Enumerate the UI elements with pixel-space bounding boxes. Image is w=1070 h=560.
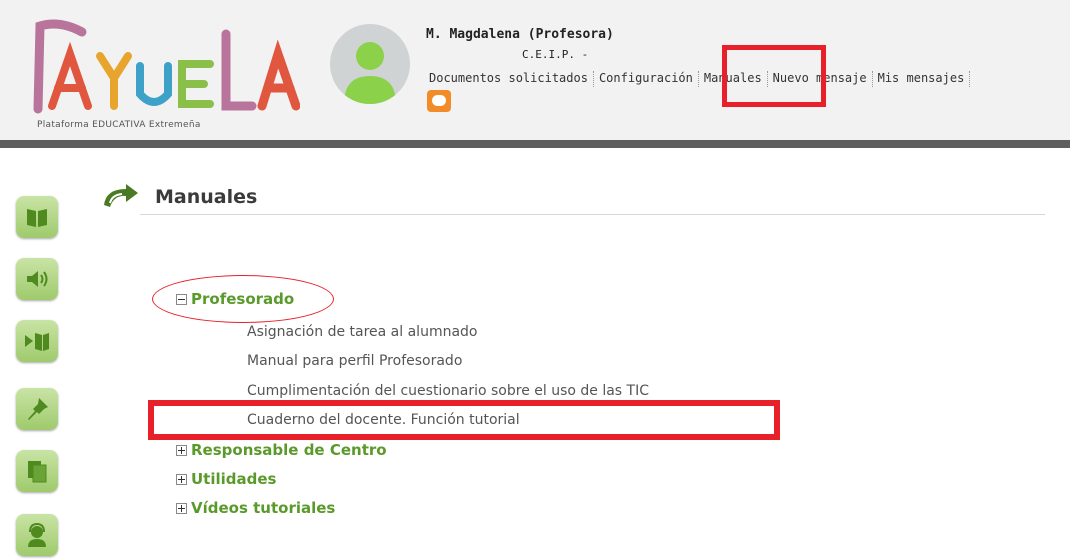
highlight-box-manuales	[722, 45, 826, 107]
nav-separator	[969, 71, 971, 87]
nav-separator	[871, 71, 873, 87]
user-avatar[interactable]	[330, 24, 410, 104]
user-name: M. Magdalena (Profesora)	[426, 27, 614, 42]
top-navigation: Documentos solicitados Configuración Man…	[426, 71, 972, 87]
highlight-box-cuaderno	[148, 400, 780, 440]
manual-link-perfil-profesorado[interactable]: Manual para perfil Profesorado	[247, 353, 462, 369]
support-person-icon[interactable]	[16, 514, 58, 556]
book-play-icon[interactable]	[16, 320, 58, 362]
header-divider-bar	[0, 140, 1070, 148]
book-icon[interactable]	[16, 196, 58, 238]
tree-node-utilidades[interactable]: Utilidades	[176, 470, 276, 488]
highlight-ellipse-profesorado	[152, 275, 334, 323]
tree-node-label: Utilidades	[191, 470, 277, 488]
logo-subtitle: Plataforma EDUCATIVA Extremeña	[37, 120, 201, 130]
title-divider	[140, 214, 1045, 215]
tree-node-responsable-centro[interactable]: Responsable de Centro	[176, 441, 387, 459]
nav-documentos-solicitados[interactable]: Documentos solicitados	[426, 71, 591, 87]
pushpin-icon[interactable]	[16, 388, 58, 430]
nav-configuracion[interactable]: Configuración	[596, 71, 696, 87]
nav-separator	[592, 71, 594, 87]
manual-link-cuestionario-tic[interactable]: Cumplimentación del cuestionario sobre e…	[247, 383, 649, 399]
user-silhouette-icon	[344, 42, 396, 104]
page-title: Manuales	[155, 186, 258, 208]
section-arrow-icon	[104, 184, 138, 207]
expand-icon[interactable]	[176, 502, 187, 514]
tree-node-label: Responsable de Centro	[191, 441, 387, 459]
tree-node-label: Vídeos tutoriales	[191, 499, 336, 517]
header: Plataforma EDUCATIVA Extremeña M. Magdal…	[0, 0, 1070, 140]
expand-icon[interactable]	[176, 444, 187, 456]
nav-mis-mensajes[interactable]: Mis mensajes	[875, 71, 968, 87]
manual-link-asignacion-tarea[interactable]: Asignación de tarea al alumnado	[247, 324, 478, 340]
speaker-icon[interactable]	[16, 258, 58, 300]
documents-icon[interactable]	[16, 450, 58, 492]
chat-bubble-icon[interactable]	[427, 90, 451, 112]
school-name: C.E.I.P. -	[522, 48, 589, 61]
tree-node-videos-tutoriales[interactable]: Vídeos tutoriales	[176, 499, 335, 517]
expand-icon[interactable]	[176, 473, 187, 485]
rayuela-logo[interactable]	[30, 14, 300, 114]
nav-separator	[697, 71, 699, 87]
